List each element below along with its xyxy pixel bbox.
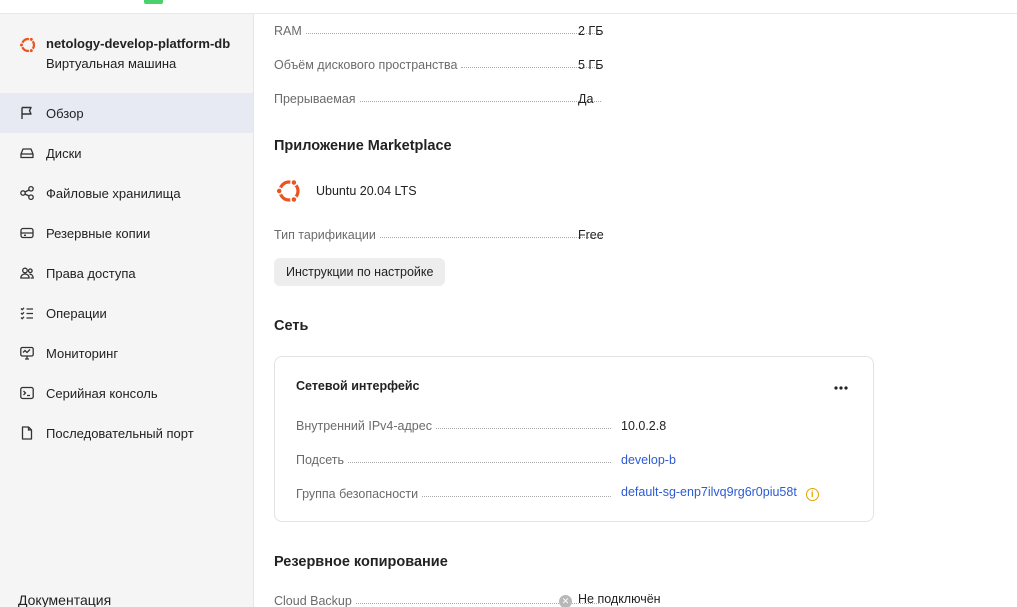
subnet-link[interactable]: develop-b [621, 453, 676, 467]
spec-row-preemptible: Прерываемая Да [274, 86, 604, 106]
sidebar-item-label: Мониторинг [46, 345, 119, 361]
leader-dots [359, 101, 601, 102]
sidebar-item-operations[interactable]: Операции [0, 293, 253, 333]
leader-dots [435, 428, 611, 429]
net-label: Группа безопасности [296, 487, 419, 501]
status-indicator [144, 0, 163, 4]
marketplace-heading: Приложение Marketplace [274, 138, 452, 154]
flag-icon [18, 104, 36, 122]
net-value-wrap: default-sg-enp7ilvq9rg6r0piu58t i [621, 485, 819, 501]
leader-dots [347, 462, 611, 463]
marketplace-app: Ubuntu 20.04 LTS [274, 176, 417, 206]
share-nodes-icon [18, 184, 36, 202]
net-row-subnet: Подсеть develop-b [296, 447, 676, 467]
net-value: 10.0.2.8 [621, 419, 667, 433]
vm-type: Виртуальная машина [46, 56, 177, 71]
terminal-icon [18, 384, 36, 402]
leader-dots [422, 496, 611, 497]
spec-label: Прерываемая [274, 92, 356, 106]
ubuntu-logo-icon [19, 36, 36, 54]
spec-row-tariff: Тип тарификации Free [274, 222, 604, 242]
leader-dots [379, 237, 601, 238]
app-name: Ubuntu 20.04 LTS [316, 184, 417, 198]
backup-drive-icon [18, 224, 36, 242]
backup-status: Не подключён [578, 592, 661, 606]
users-icon [18, 264, 36, 282]
sidebar-item-disks[interactable]: Диски [0, 133, 253, 173]
network-interface-card: Сетевой интерфейс Внутренний IPv4-адрес … [274, 356, 874, 522]
sidebar-item-backups[interactable]: Резервные копии [0, 213, 253, 253]
monitor-icon [18, 344, 36, 362]
info-icon[interactable]: i [805, 488, 819, 501]
net-label: Подсеть [296, 453, 344, 467]
sidebar-item-serial-console[interactable]: Серийная консоль [0, 373, 253, 413]
not-connected-icon: ✕ [559, 595, 572, 607]
spec-value: 5 ГБ [578, 58, 604, 72]
list-check-icon [18, 304, 36, 322]
sidebar-item-label: Файловые хранилища [46, 185, 181, 201]
vm-name: netology-develop-platform-db [46, 36, 231, 51]
spec-label: Объём дискового пространства [274, 58, 458, 72]
sidebar-item-monitoring[interactable]: Мониторинг [0, 333, 253, 373]
backup-heading: Резервное копирование [274, 554, 448, 570]
sidebar-item-access-rights[interactable]: Права доступа [0, 253, 253, 293]
card-title: Сетевой интерфейс [296, 379, 420, 393]
sidebar-nav: Обзор Диски Файловые хранилища Резервные… [0, 93, 253, 453]
vm-header: netology-develop-platform-db Виртуальная… [18, 36, 230, 71]
disk-icon [18, 144, 36, 162]
ubuntu-logo-icon [275, 178, 300, 204]
sidebar-item-label: Права доступа [46, 265, 136, 281]
main-content: RAM 2 ГБ Объём дискового пространства 5 … [274, 0, 1017, 607]
backup-row-cloud: Cloud Backup ✕ Не подключён [274, 588, 661, 607]
spec-label: RAM [274, 24, 302, 38]
sidebar-item-label: Диски [46, 145, 82, 161]
spec-label: Тип тарификации [274, 228, 376, 242]
more-actions-button[interactable] [831, 381, 851, 395]
spec-value: Да [578, 92, 594, 106]
net-row-ipv4: Внутренний IPv4-адрес 10.0.2.8 [296, 413, 666, 433]
sidebar-item-overview[interactable]: Обзор [0, 93, 253, 133]
backup-value-wrap: ✕ Не подключён [559, 592, 661, 607]
backup-label: Cloud Backup [274, 594, 352, 607]
spec-row-ram: RAM 2 ГБ [274, 18, 604, 38]
sidebar-item-label: Серийная консоль [46, 385, 158, 401]
sidebar-item-serial-port[interactable]: Последовательный порт [0, 413, 253, 453]
setup-instructions-button[interactable]: Инструкции по настройке [274, 258, 446, 286]
sidebar-item-label: Последовательный порт [46, 425, 194, 441]
security-group-link[interactable]: default-sg-enp7ilvq9rg6r0piu58t [621, 485, 797, 499]
sidebar-item-label: Резервные копии [46, 225, 151, 241]
net-label: Внутренний IPv4-адрес [296, 419, 432, 433]
spec-row-disk: Объём дискового пространства 5 ГБ [274, 52, 604, 72]
document-icon [18, 424, 36, 442]
spec-value: 2 ГБ [578, 24, 604, 38]
spec-value: Free [578, 228, 604, 242]
leader-dots [305, 33, 601, 34]
sidebar-item-label: Обзор [46, 105, 84, 121]
documentation-link[interactable]: Документация [18, 592, 111, 607]
sidebar-item-file-storage[interactable]: Файловые хранилища [0, 173, 253, 213]
sidebar-item-label: Операции [46, 305, 107, 321]
network-heading: Сеть [274, 318, 309, 334]
sidebar: netology-develop-platform-db Виртуальная… [0, 14, 254, 607]
ellipsis-icon [834, 386, 848, 390]
net-row-security-group: Группа безопасности default-sg-enp7ilvq9… [296, 481, 819, 501]
